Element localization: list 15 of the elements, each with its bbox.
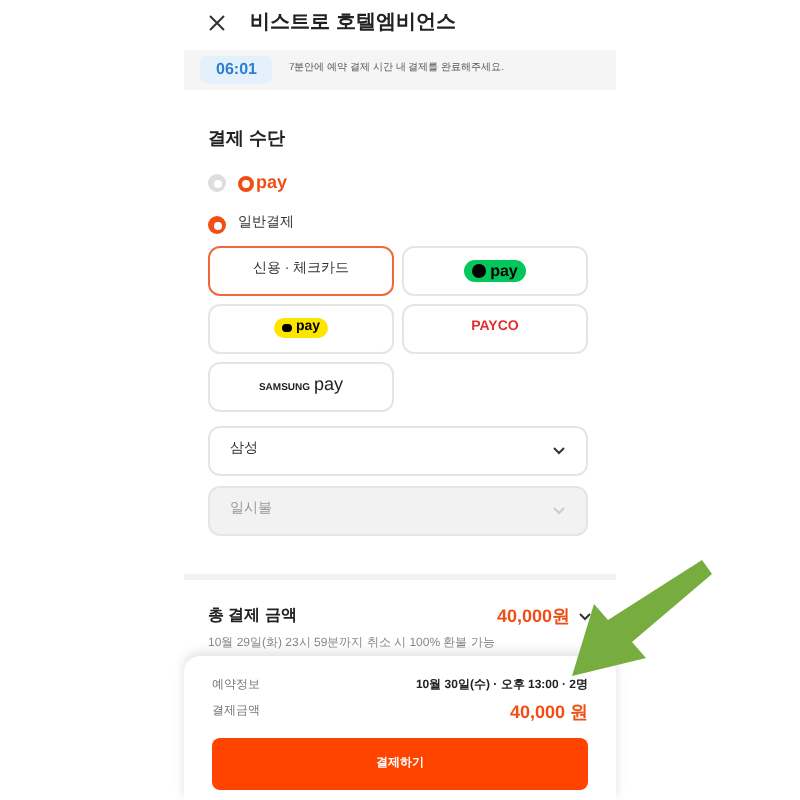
page-title: 비스트로 호텔엠비언스 (250, 9, 456, 37)
payment-option[interactable]: pay (402, 245, 588, 295)
timer-time: 06:01 (200, 56, 273, 84)
chevron-down-icon (552, 445, 566, 455)
chevron-down-icon (552, 505, 566, 515)
section-title: 결제 수단 (208, 126, 288, 152)
close-icon[interactable] (208, 13, 226, 31)
radio-button[interactable] (208, 216, 226, 234)
total-amount: 40,000원 (496, 603, 570, 629)
total-label: 총 결제 금액 (208, 604, 297, 629)
radio-button[interactable] (208, 174, 226, 192)
chevron-down-icon (578, 611, 592, 622)
summary-value: 40,000 원 (509, 699, 588, 726)
bubble-icon (281, 324, 292, 332)
method-label: pay (256, 169, 288, 196)
